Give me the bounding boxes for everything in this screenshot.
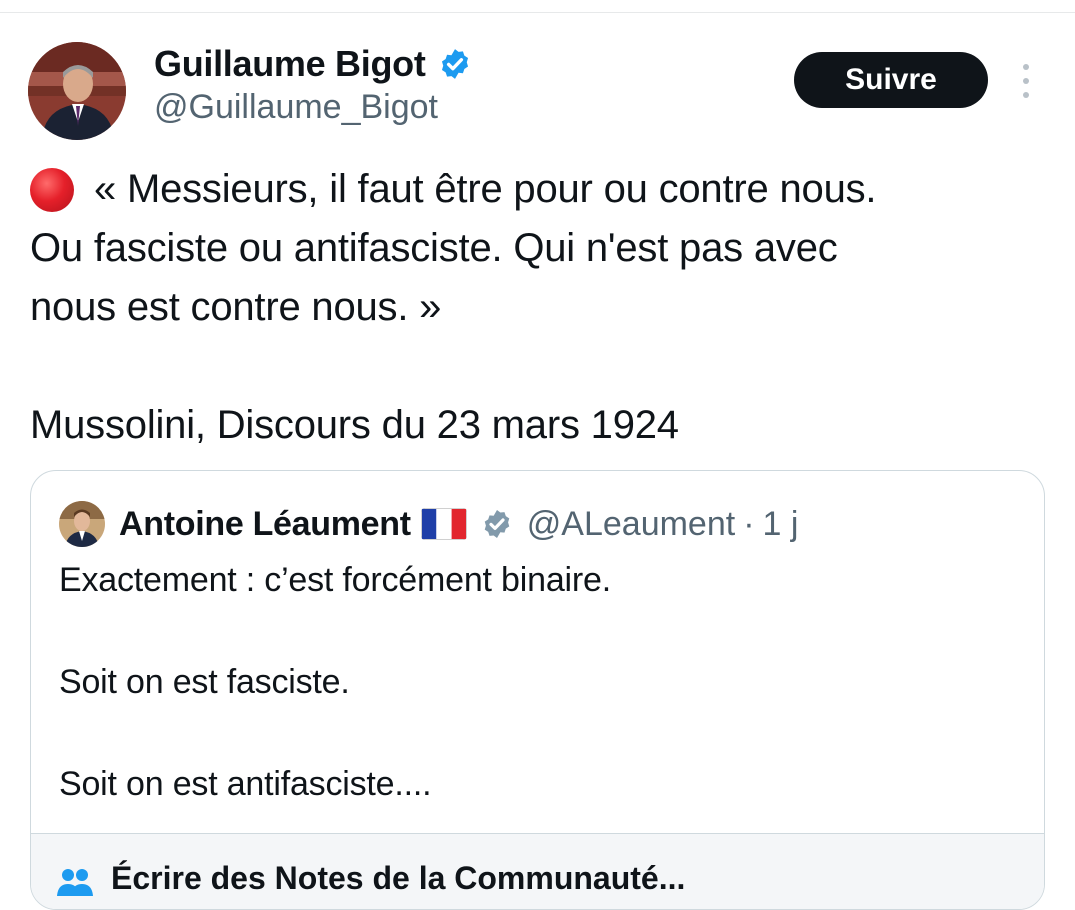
quoted-author-avatar[interactable] <box>59 501 105 547</box>
more-options-icon[interactable] <box>1016 64 1036 98</box>
french-flag-icon <box>420 508 467 540</box>
author-name[interactable]: Guillaume Bigot <box>154 43 426 85</box>
follow-button[interactable]: Suivre <box>794 52 988 108</box>
tweet-text: « Messieurs, il faut être pour ou contre… <box>30 160 1050 337</box>
author-name-row: Guillaume Bigot <box>154 42 472 86</box>
quoted-tweet-card[interactable]: Antoine Léaument @ALeaument · 1 j Exacte… <box>30 470 1045 910</box>
people-icon <box>57 869 93 896</box>
tweet-line: « Messieurs, il faut être pour ou contre… <box>30 160 1050 219</box>
quoted-text-line: Exactement : c’est forcément binaire. <box>59 561 611 599</box>
author-avatar[interactable] <box>28 42 126 140</box>
quoted-author-handle[interactable]: @ALeaument <box>527 505 735 544</box>
quoted-tweet-time[interactable]: 1 j <box>763 505 799 544</box>
quoted-author-name[interactable]: Antoine Léaument <box>119 505 411 544</box>
quoted-tweet-header: Antoine Léaument @ALeaument · 1 j <box>119 499 798 549</box>
verified-badge-icon <box>441 49 468 79</box>
community-note-text: Écrire des Notes de la Communauté... <box>111 860 686 896</box>
quoted-tweet-text: Exactement : c’est forcément binaire. So… <box>59 555 611 810</box>
quoted-text-line: Soit on est fasciste. <box>59 663 350 701</box>
tweet-line-text: « Messieurs, il faut être pour ou contre… <box>94 167 877 211</box>
top-divider <box>0 12 1075 13</box>
quoted-text-line <box>59 606 611 657</box>
quoted-text-line: Soit on est antifasciste.... <box>59 765 432 803</box>
tweet-attribution: Mussolini, Discours du 23 mars 1924 <box>30 403 679 447</box>
quoted-text-line <box>59 708 611 759</box>
tweet-line: nous est contre nous. » <box>30 285 442 329</box>
red-circle-emoji <box>30 167 74 212</box>
tweet-line: Ou fasciste ou antifasciste. Qui n'est p… <box>30 226 838 270</box>
author-handle[interactable]: @Guillaume_Bigot <box>154 88 438 127</box>
grey-verified-badge-icon <box>484 510 510 538</box>
header-separator: · <box>743 504 755 543</box>
